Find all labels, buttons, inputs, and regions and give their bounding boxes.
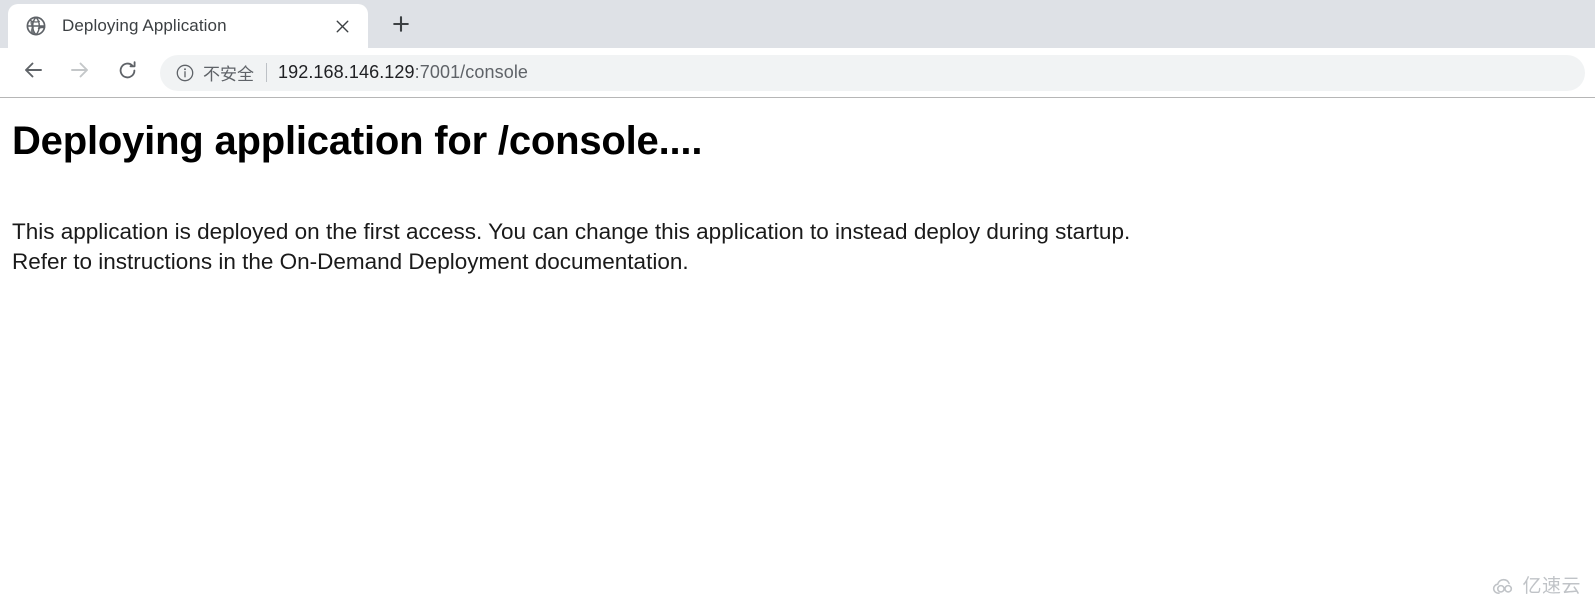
browser-toolbar: 不安全 192.168.146.129:7001/console xyxy=(0,48,1595,98)
back-button[interactable] xyxy=(12,52,54,94)
watermark: 亿速云 xyxy=(1492,577,1581,596)
new-tab-button[interactable] xyxy=(382,7,420,45)
url-text: 192.168.146.129:7001/console xyxy=(278,62,528,83)
close-icon[interactable] xyxy=(328,12,356,40)
cloud-icon xyxy=(1492,578,1518,596)
watermark-label: 亿速云 xyxy=(1522,576,1581,597)
plus-icon xyxy=(392,15,410,38)
arrow-left-icon xyxy=(21,58,45,87)
info-circle-icon xyxy=(176,64,194,82)
security-status-label: 不安全 xyxy=(203,65,254,84)
page-description: This application is deployed on the firs… xyxy=(12,165,1412,277)
security-status-chip[interactable]: 不安全 xyxy=(176,60,254,85)
page-title: Deploying application for /console.... xyxy=(12,119,703,163)
description-line-1: This application is deployed on the firs… xyxy=(12,218,1131,244)
page-content: Deploying application for /console.... T… xyxy=(0,98,1595,606)
tab-strip: Deploying Application xyxy=(0,0,1595,48)
browser-tab-active[interactable]: Deploying Application xyxy=(8,4,368,48)
forward-button[interactable] xyxy=(59,52,101,94)
omnibox-divider xyxy=(266,63,267,82)
tab-title: Deploying Application xyxy=(62,16,227,35)
url-path: :7001/console xyxy=(414,62,529,82)
reload-button[interactable] xyxy=(106,52,148,94)
browser-window: Deploying Application 不安全 192.168.146.12… xyxy=(0,0,1595,606)
arrow-right-icon xyxy=(68,58,92,87)
reload-icon xyxy=(116,59,139,87)
address-bar[interactable]: 不安全 192.168.146.129:7001/console xyxy=(160,54,1585,91)
url-host: 192.168.146.129 xyxy=(278,62,415,82)
globe-icon xyxy=(26,16,46,36)
description-line-2: Refer to instructions in the On-Demand D… xyxy=(12,248,689,274)
